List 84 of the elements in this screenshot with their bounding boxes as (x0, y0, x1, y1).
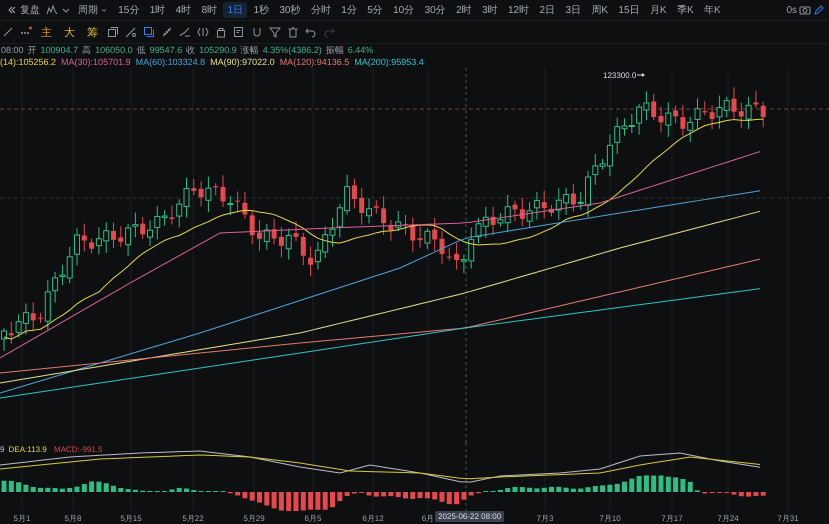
line-tool-icon[interactable] (2, 26, 14, 38)
date-axis-label: 5月8 (64, 513, 82, 524)
period-tab[interactable]: 2时 (452, 2, 476, 18)
date-axis-label: 7月10 (599, 513, 621, 524)
period-tab[interactable]: 1秒 (249, 2, 274, 18)
date-axis-label: 7月17 (661, 513, 683, 524)
period-tab[interactable]: 12时 (504, 2, 534, 18)
date-axis-label: 6月 (422, 513, 434, 524)
date-axis-label: 5月29 (243, 513, 265, 524)
date-axis-label: 5月1 (14, 513, 30, 524)
ohlc-time: 08:00 (1, 45, 24, 55)
arrow-icon (636, 73, 645, 77)
period-tab[interactable]: 30分 (420, 2, 450, 18)
date-axis-label: 6月12 (362, 513, 384, 524)
camera-icon[interactable] (799, 4, 811, 16)
ohlc-value: 99547.6 (150, 45, 182, 55)
ruler-icon[interactable] (161, 26, 173, 38)
period-tab[interactable]: 4时 (171, 2, 196, 18)
date-axis-label: 7月24 (717, 513, 739, 524)
period-tab[interactable]: 8时 (197, 2, 222, 18)
ohlc-label: 涨幅 (240, 44, 259, 56)
moving-average-label: MA(90):97022.0 (210, 57, 275, 67)
indicator-button[interactable]: 主 (38, 24, 55, 40)
moving-average-label: (14):105256.2 (0, 57, 56, 67)
ohlc-value: 6.44% (348, 45, 374, 55)
ohlc-label: 振幅 (326, 44, 344, 56)
period-tab[interactable]: 周K (587, 2, 612, 18)
ohlc-value: 105290.9 (199, 45, 237, 55)
moving-average-label: MA(120):94136.5 (280, 57, 350, 67)
date-axis-label: 7月3 (536, 513, 554, 524)
moving-average-label: MA(30):105701.9 (61, 57, 131, 67)
layers-icon[interactable] (143, 26, 155, 38)
date-axis-label: 7月31 (777, 513, 799, 524)
period-tab[interactable]: 分时 (306, 2, 336, 18)
date-axis-label: 6月5 (304, 513, 322, 524)
undo-icon[interactable] (305, 26, 317, 38)
ohlc-value: 100904.7 (40, 45, 78, 55)
copy-icon[interactable] (107, 26, 119, 38)
period-tab[interactable]: 30秒 (275, 2, 305, 18)
replay-button[interactable]: 复盘 (2, 2, 44, 18)
date-axis-label: 5月15 (120, 513, 142, 524)
ohlc-label: 低 (136, 44, 146, 56)
filter-icon[interactable] (269, 26, 281, 38)
ohlc-value: 4.35%(4386.2) (262, 45, 322, 55)
note-icon[interactable] (233, 26, 245, 38)
indicator-button[interactable]: 筹 (84, 24, 101, 40)
crosshair-time-label: 2025-06-22 08:00 (435, 511, 504, 522)
brush-icon[interactable] (179, 26, 191, 38)
magnet-icon[interactable] (251, 26, 263, 38)
macd-label: 9 (0, 445, 4, 454)
pen-icon[interactable] (813, 4, 825, 16)
double-chevron-icon (6, 4, 18, 16)
period-tab[interactable]: 10分 (388, 2, 418, 18)
period-tab[interactable]: 1分 (337, 2, 361, 18)
chart-type-icon[interactable] (46, 4, 58, 16)
caret-icon (100, 6, 108, 14)
date-axis-label: 5月22 (182, 513, 204, 524)
period-tab[interactable]: 1日 (223, 2, 248, 18)
bracket-icon[interactable] (197, 26, 209, 38)
macd-label: DEA:113.9 (8, 445, 47, 454)
macd-label: MACD:-991.5 (54, 445, 102, 454)
period-tab[interactable]: 15分 (114, 2, 144, 18)
ohlc-value: 106050.0 (95, 45, 133, 55)
period-tab[interactable]: 2日 (535, 2, 560, 18)
period-tab[interactable]: 15日 (614, 2, 644, 18)
ohlc-label: 收 (186, 44, 196, 56)
period-tab[interactable]: 季K (672, 2, 698, 18)
ohlc-label: 高 (82, 44, 92, 56)
moving-average-label: MA(60):103324.8 (136, 57, 206, 67)
high-price-label: 123300.0 (603, 71, 636, 80)
period-dropdown[interactable]: 周期 (74, 2, 112, 18)
ohlc-label: 开 (28, 44, 37, 56)
period-tab[interactable]: 3日 (561, 2, 586, 18)
period-tab[interactable]: 5分 (363, 2, 387, 18)
period-tab[interactable]: 3时 (478, 2, 502, 18)
period-tab[interactable]: 年K (700, 2, 725, 18)
pencil-line-icon[interactable] (125, 26, 137, 38)
moving-average-label: MA(200):95953.4 (354, 57, 424, 67)
period-tab[interactable]: 月K (646, 2, 671, 18)
latency-text: 0s (786, 4, 797, 16)
lock-icon[interactable] (215, 26, 227, 38)
indicator-button[interactable]: 大 (61, 24, 78, 40)
trash-icon[interactable] (287, 26, 299, 38)
period-tab[interactable]: 1时 (146, 2, 170, 18)
